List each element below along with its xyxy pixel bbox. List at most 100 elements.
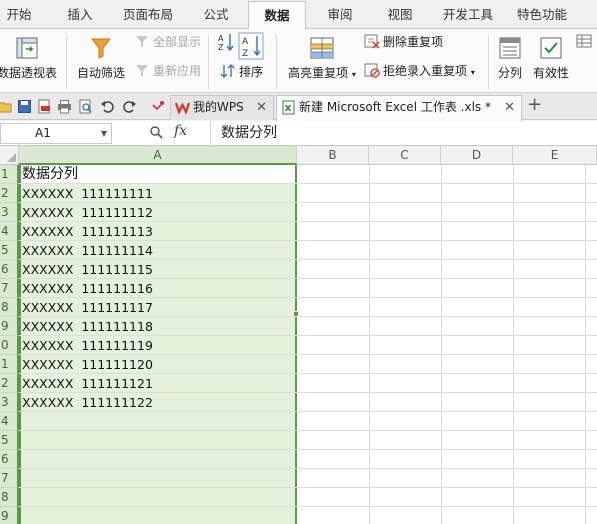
cell-a-value[interactable]: XXXXXX 111111114	[22, 241, 153, 260]
sort-button[interactable]: 排序	[220, 62, 263, 82]
tab-data[interactable]: 数据	[248, 1, 306, 30]
tab-review[interactable]: 审阅	[318, 0, 362, 29]
row-header[interactable]: 6	[0, 450, 19, 469]
column-header-d[interactable]: D	[441, 146, 513, 165]
reapply-label: 重新应用	[153, 64, 202, 78]
grid-line	[19, 468, 597, 469]
row-header[interactable]: 5	[0, 241, 19, 260]
row-header[interactable]: 5	[0, 431, 19, 450]
cell-a-value[interactable]: XXXXXX 111111116	[22, 279, 153, 298]
text-to-columns-button[interactable]: 分列	[492, 29, 528, 93]
new-tab-plus-icon[interactable]: +	[527, 94, 542, 115]
ribbon-overflow-button[interactable]	[576, 32, 595, 52]
row-header[interactable]: 2	[0, 374, 19, 393]
formula-input[interactable]: 数据分列	[210, 121, 597, 146]
sort-az-icon: AZ	[218, 34, 234, 52]
row-header[interactable]: 1	[0, 355, 19, 374]
folder-open-icon[interactable]	[0, 99, 13, 114]
save-icon[interactable]	[17, 99, 32, 114]
text-to-columns-label: 分列	[497, 66, 522, 80]
row-header[interactable]: 6	[0, 260, 19, 279]
reject-duplicates-button[interactable]: 拒绝录入重复项 ▾	[364, 61, 475, 81]
row-header[interactable]: 4	[0, 412, 19, 431]
ribbon-separator	[66, 35, 67, 89]
sort-ascending-button[interactable]: AZ	[216, 32, 239, 52]
cell-a-value[interactable]: XXXXXX 111111113	[22, 222, 153, 241]
spreadsheet-grid[interactable]: A B C D E 1 2 3 4 5 6 7 8 9 0 1 2 3 4 5 6 7 8 9 数据分列 XXXXXX …	[0, 146, 597, 524]
tab-developer[interactable]: 开发工具	[436, 0, 500, 29]
autofilter-button[interactable]: 自动筛选	[72, 29, 130, 93]
sort-label: 排序	[239, 65, 264, 79]
pivot-table-button[interactable]: 数据透视表	[0, 29, 58, 93]
tab-page-layout[interactable]: 页面布局	[116, 0, 180, 29]
tab-special-features[interactable]: 特色功能	[510, 0, 574, 29]
cell-a-value[interactable]: XXXXXX 111111121	[22, 374, 153, 393]
autofilter-label: 自动筛选	[76, 66, 125, 80]
reapply-button[interactable]: 重新应用	[134, 61, 201, 81]
insert-function-icon[interactable]: fx	[174, 123, 187, 139]
row-header[interactable]: 9	[0, 317, 19, 336]
svg-text:A: A	[218, 34, 224, 43]
row-header[interactable]: 7	[0, 469, 19, 488]
row-header[interactable]: 2	[0, 184, 19, 203]
print-preview-icon[interactable]	[78, 99, 93, 114]
remove-duplicates-label: 删除重复项	[383, 35, 444, 49]
grid-line	[513, 165, 514, 524]
dropdown-arrow-icon: ▾	[351, 70, 356, 79]
data-validation-button[interactable]: 有效性	[530, 29, 572, 93]
row-header[interactable]: 8	[0, 488, 19, 507]
split-columns-icon	[499, 37, 521, 59]
row-header[interactable]: 0	[0, 336, 19, 355]
column-header-c[interactable]: C	[369, 146, 441, 165]
select-all-corner[interactable]	[0, 146, 19, 165]
cell-a-value[interactable]: XXXXXX 111111115	[22, 260, 153, 279]
tab-insert[interactable]: 插入	[58, 0, 102, 29]
zoom-search-icon[interactable]	[149, 125, 163, 139]
cell-a-value[interactable]: XXXXXX 111111120	[22, 355, 153, 374]
column-header-a[interactable]: A	[19, 146, 297, 165]
row-header[interactable]: 3	[0, 393, 19, 412]
validation-icon	[540, 37, 562, 59]
row-header[interactable]: 7	[0, 279, 19, 298]
close-icon[interactable]: ✕	[256, 96, 267, 119]
cell-a-value[interactable]: XXXXXX 111111112	[22, 203, 153, 222]
svg-text:Z: Z	[242, 49, 248, 59]
cell-a1-title[interactable]: 数据分列	[22, 165, 78, 184]
cell-a-value[interactable]: XXXXXX 111111122	[22, 393, 153, 412]
customize-quick-access-icon[interactable]	[150, 99, 165, 114]
highlight-duplicates-label: 高亮重复项 ▾	[284, 64, 360, 81]
column-header-b[interactable]: B	[297, 146, 369, 165]
doc-tab-my-wps-label: 我的WPS	[193, 100, 244, 114]
fill-handle[interactable]	[293, 311, 299, 317]
redo-icon[interactable]	[122, 99, 137, 114]
tab-view[interactable]: 视图	[378, 0, 422, 29]
name-box-value: A1	[35, 126, 51, 140]
cell-a-value[interactable]: XXXXXX 111111111	[22, 184, 153, 203]
cell-a-value[interactable]: XXXXXX 111111117	[22, 298, 153, 317]
row-header[interactable]: 1	[0, 165, 19, 184]
doc-tab-my-wps[interactable]: 我的WPS ✕	[170, 95, 274, 120]
sort-descending-button[interactable]: AZ	[238, 32, 267, 60]
print-icon[interactable]	[57, 99, 72, 114]
show-all-button[interactable]: 全部显示	[134, 32, 201, 52]
highlight-duplicates-button[interactable]: 高亮重复项 ▾	[284, 29, 360, 93]
remove-duplicates-button[interactable]: 删除重复项	[364, 32, 443, 52]
tab-home[interactable]: 开始	[0, 0, 38, 29]
wps-logo-icon	[175, 102, 190, 115]
row-header[interactable]: 3	[0, 203, 19, 222]
undo-icon[interactable]	[100, 99, 115, 114]
chevron-down-icon[interactable]: ▼	[101, 124, 107, 143]
name-box[interactable]: A1 ▼	[0, 123, 112, 144]
cell-a-value[interactable]: XXXXXX 111111119	[22, 336, 153, 355]
cell-a-value[interactable]: XXXXXX 111111118	[22, 317, 153, 336]
row-header[interactable]: 8	[0, 298, 19, 317]
doc-tab-excel-workbook[interactable]: 新建 Microsoft Excel 工作表 .xls * ✕	[276, 95, 522, 121]
grid-line	[19, 506, 597, 507]
row-header[interactable]: 4	[0, 222, 19, 241]
table-icon	[576, 34, 592, 48]
export-pdf-icon[interactable]	[37, 99, 52, 114]
row-header[interactable]: 9	[0, 507, 19, 524]
close-icon[interactable]: ✕	[504, 96, 515, 119]
column-header-e[interactable]: E	[513, 146, 597, 165]
tab-formulas[interactable]: 公式	[194, 0, 238, 29]
